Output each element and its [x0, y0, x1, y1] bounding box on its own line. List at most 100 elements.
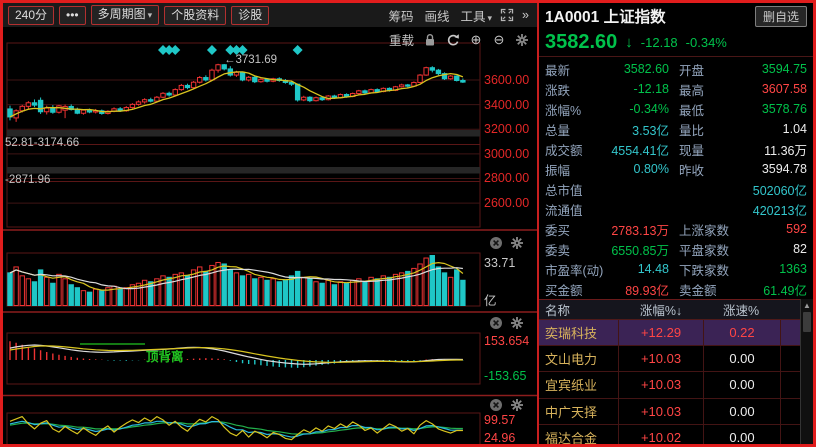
diagnose-button[interactable]: 诊股: [231, 6, 269, 25]
stock-name-cell: 中广天择: [539, 399, 619, 424]
stock-name-cell: 宜宾纸业: [539, 372, 619, 397]
quote-stat-row: 流通值420213亿: [539, 199, 813, 219]
remove-watchlist-button[interactable]: 删自选: [755, 6, 807, 27]
change-pct-cell: +10.03: [619, 346, 704, 371]
speed-cell: 0.00: [704, 372, 781, 397]
stat-label: 上涨家数: [679, 220, 747, 239]
chart-toolbar: 240分 ••• 多周期图▾ 个股资料 诊股 筹码 画线 工具▾ »: [3, 3, 537, 27]
macd-max-label: 153.654: [484, 334, 529, 348]
ranking-row[interactable]: 宜宾纸业+10.030.00: [539, 372, 801, 398]
stat-value: 3582.60: [609, 62, 669, 76]
stat-label: 开盘: [679, 60, 747, 79]
stock-title: 1A0001 上证指数: [545, 5, 666, 27]
macd-min-label: -153.65: [484, 369, 526, 383]
stat-label: 现量: [679, 140, 747, 159]
chart-quick-tools: 重载 ⊕ ⊖: [389, 30, 529, 49]
stat-label: 市盈率(动): [545, 260, 609, 279]
multi-period-label: 多周期图: [98, 7, 146, 21]
col-header-speed[interactable]: 涨速%: [703, 300, 779, 319]
change-pct-cell: +10.03: [619, 372, 704, 397]
quote-stat-row: 涨幅%-0.34%最低3578.76: [539, 99, 813, 119]
stat-label: 最低: [679, 100, 747, 119]
empty-cell: [781, 425, 801, 447]
close-pane-icon[interactable]: [489, 398, 503, 412]
kdj-pane-controls: [489, 398, 524, 412]
zoom-out-icon[interactable]: ⊖: [492, 33, 506, 47]
tools-label: 工具: [461, 10, 486, 24]
stat-value: 6550.85万: [609, 240, 669, 259]
collapse-panel-icon[interactable]: »: [522, 8, 529, 22]
table-scrollbar[interactable]: ▲: [800, 299, 813, 444]
stat-value: 0.80%: [609, 162, 669, 176]
multi-period-dropdown[interactable]: 多周期图▾: [91, 5, 160, 25]
zoom-in-icon[interactable]: ⊕: [469, 33, 483, 47]
lock-icon[interactable]: [423, 33, 437, 47]
stat-value: 1.04: [747, 122, 807, 136]
scrollbar-thumb[interactable]: [803, 312, 811, 332]
gear-icon[interactable]: [510, 398, 524, 412]
stat-label: 涨幅%: [545, 100, 609, 119]
stock-info-button[interactable]: 个股资料: [164, 6, 226, 25]
ranking-table: 名称 涨幅%↓ 涨速% 奕瑞科技+12.290.22文山电力+10.030.00…: [539, 299, 801, 444]
gap-annotation-2: -2871.96: [5, 174, 50, 186]
stat-value: 502060亿: [609, 180, 807, 199]
stat-value: 420213亿: [609, 200, 807, 219]
ranking-row[interactable]: 福达合金+10.020.00: [539, 425, 801, 447]
col-header-change[interactable]: 涨幅%↓: [619, 300, 703, 319]
chart-canvas[interactable]: [3, 3, 537, 444]
price-change-pct: -0.34%: [686, 35, 727, 50]
period-button[interactable]: 240分: [8, 6, 54, 25]
quote-stat-row: 总市值502060亿: [539, 179, 813, 199]
change-pct-cell: +12.29: [619, 320, 704, 345]
close-pane-icon[interactable]: [489, 316, 503, 330]
last-price: 3582.60: [545, 31, 617, 54]
quote-stat-row: 委买2783.13万上涨家数592: [539, 219, 813, 239]
stat-label: 卖金额: [679, 280, 747, 299]
stat-value: 4554.41亿: [609, 140, 669, 159]
stat-value: 2783.13万: [609, 220, 669, 239]
stat-label: 昨收: [679, 160, 747, 179]
stat-label: 成交额: [545, 140, 609, 159]
stat-label: 量比: [679, 120, 747, 139]
gear-icon[interactable]: [510, 316, 524, 330]
empty-cell: [781, 320, 801, 345]
stat-value: -12.18: [609, 82, 669, 96]
tools-dropdown[interactable]: 工具▾: [461, 6, 493, 25]
chevron-down-icon: ▾: [148, 10, 153, 20]
macd-divergence-annotation: 顶背离: [146, 346, 184, 365]
stock-code: 1A0001: [545, 9, 599, 26]
gear-icon[interactable]: [510, 236, 524, 250]
y-axis-tick-label: 2800.00: [484, 171, 529, 185]
stock-name-cell: 福达合金: [539, 425, 619, 447]
gear-icon[interactable]: [515, 33, 529, 47]
stat-value: 3578.76: [747, 102, 807, 116]
stat-label: 流通值: [545, 200, 609, 219]
close-pane-icon[interactable]: [489, 236, 503, 250]
draw-line-button[interactable]: 画线: [424, 6, 449, 25]
scroll-up-icon[interactable]: ▲: [803, 301, 811, 310]
more-periods-button[interactable]: •••: [59, 6, 86, 25]
ranking-row[interactable]: 文山电力+10.030.00: [539, 346, 801, 372]
quote-stat-row: 成交额4554.41亿现量11.36万: [539, 139, 813, 159]
volume-pane-controls: [489, 236, 524, 250]
gap-annotation-1: 52.81-3174.66: [5, 137, 79, 149]
speed-cell: 0.22: [704, 320, 781, 345]
col-header-name[interactable]: 名称: [539, 300, 619, 319]
macd-pane-controls: [489, 316, 524, 330]
ranking-row[interactable]: 中广天择+10.030.00: [539, 399, 801, 425]
undo-icon[interactable]: [446, 33, 460, 47]
reload-button[interactable]: 重载: [389, 30, 414, 49]
quote-stat-row: 总量3.53亿量比1.04: [539, 119, 813, 139]
stock-name-cell: 文山电力: [539, 346, 619, 371]
quote-stat-row: 最新3582.60开盘3594.75: [539, 59, 813, 79]
chevron-down-icon: ▾: [488, 13, 493, 23]
ranking-row[interactable]: 奕瑞科技+12.290.22: [539, 320, 801, 346]
stat-value: 1363: [747, 262, 807, 276]
fullscreen-icon[interactable]: [500, 8, 514, 22]
stat-label: 总量: [545, 120, 609, 139]
stat-label: 下跌家数: [679, 260, 747, 279]
stat-label: 委卖: [545, 240, 609, 259]
trading-app-window: 240分 ••• 多周期图▾ 个股资料 诊股 筹码 画线 工具▾ » 重载 ⊕ …: [0, 0, 816, 447]
chips-button[interactable]: 筹码: [388, 6, 413, 25]
quote-panel: 1A0001 上证指数 删自选 3582.60 ↓ -12.18 -0.34% …: [537, 3, 813, 444]
